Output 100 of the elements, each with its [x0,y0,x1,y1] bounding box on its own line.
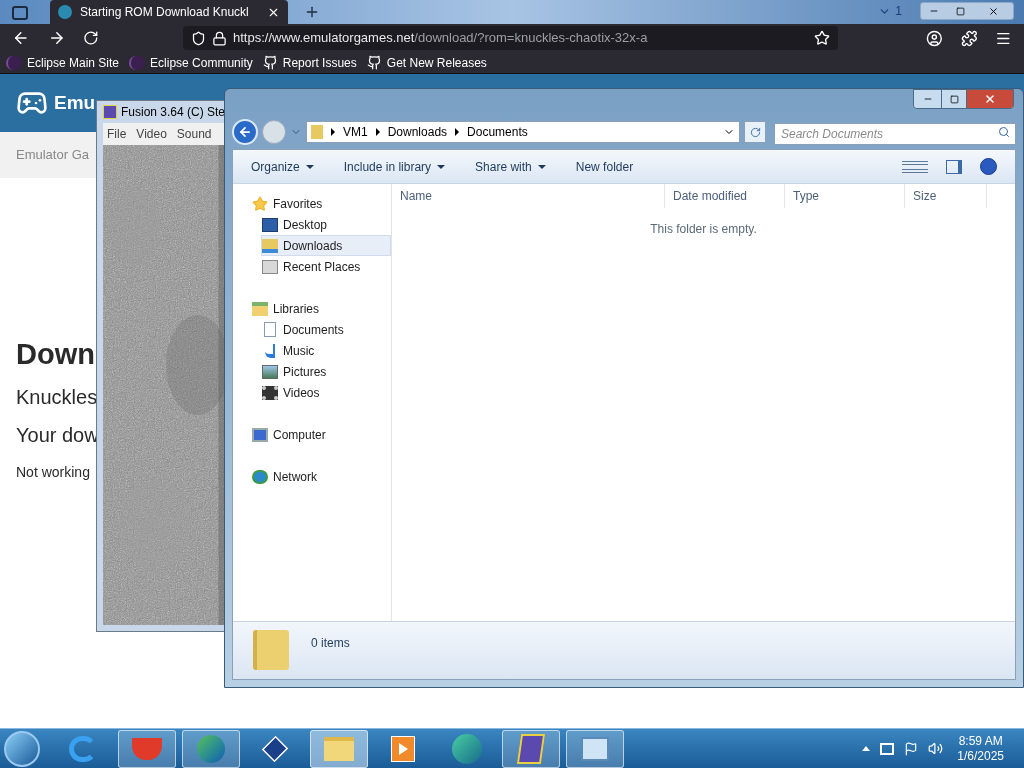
fox-icon [132,737,162,760]
control-panel-icon [581,736,609,761]
nav-item[interactable]: Pictures [261,361,391,382]
bookmark-item[interactable]: Eclipse Main Site [6,53,120,72]
reload-icon[interactable] [83,30,99,46]
document-icon [264,322,276,337]
film-icon [262,385,278,400]
menu-item[interactable]: Video [136,125,167,143]
column-header[interactable]: Type [785,184,905,208]
help-icon[interactable] [980,158,997,175]
globe-icon [197,734,225,763]
nav-item[interactable]: Favorites [251,193,391,214]
nav-item[interactable]: Downloads [261,235,391,256]
eclipse-icon [129,55,146,70]
maximize-button[interactable] [941,90,967,108]
refresh-button[interactable] [744,121,766,143]
monitor-icon [262,217,278,232]
tray-arrow-icon[interactable] [862,746,871,751]
chevron-right-icon[interactable] [455,128,460,136]
chevron-right-icon[interactable] [375,128,380,136]
column-header[interactable]: Size [905,184,987,208]
account-icon[interactable] [926,29,943,47]
toolbar-button[interactable]: New folder [575,157,634,176]
github-icon [262,55,278,70]
tab-list-icon[interactable] [12,6,28,20]
bookmark-star-icon[interactable] [814,30,830,46]
column-header[interactable]: Name [392,184,665,208]
start-button[interactable] [4,730,40,767]
nav-item[interactable]: Documents [261,319,391,340]
game-title: Knuckles [16,385,98,410]
search-icon[interactable] [998,126,1010,138]
folder-icon [253,630,289,670]
extensions-icon[interactable] [960,29,978,47]
folder-icon [311,125,323,139]
site-logo[interactable]: Emu [54,88,96,118]
maximize-icon [955,6,965,16]
menu-item[interactable]: File [107,125,127,143]
recent-places-icon [262,259,278,274]
back-button[interactable] [232,119,258,145]
caret-icon [305,164,314,169]
nav-item[interactable]: Music [261,340,391,361]
toolbar-button[interactable]: Organize [251,157,314,176]
library-icon [252,301,268,316]
star-icon [252,195,268,212]
eclipse-icon [6,55,22,70]
browser-tab[interactable]: Starting ROM Download Knuckl [50,0,288,24]
folder-icon [262,238,278,253]
lock-icon[interactable] [211,30,227,46]
nav-item[interactable]: Videos [261,382,391,403]
toolbar-button[interactable]: Include in library [343,157,446,176]
taskbar-app[interactable] [502,729,560,768]
clock[interactable]: 8:59 AM 1/6/2025 [953,733,1008,764]
menu-item[interactable]: Sound [176,125,212,143]
nav-item[interactable]: Computer [251,424,391,445]
close-icon [984,93,996,105]
page-heading: Down [16,337,95,372]
folder-icon [324,736,354,761]
network-icon [252,469,268,484]
app-k-icon [103,105,117,119]
address-bar[interactable]: VM1 Downloads Documents [306,121,740,143]
url-text: https://www.emulatorgames.net/download/?rom=knuckles-chaotix-32x-a [232,29,648,48]
nav-item[interactable]: Libraries [251,298,391,319]
column-header[interactable]: Date modified [665,184,785,208]
search-field[interactable]: Search Documents [774,123,1016,145]
chevron-right-icon[interactable] [331,128,335,136]
nav-item[interactable]: Recent Places [261,256,391,277]
play-icon [391,735,415,762]
path-segment[interactable]: Downloads [387,123,448,141]
music-note-icon [265,343,275,358]
address-bar[interactable]: https://www.emulatorgames.net/download/?rom=knuckles-chaotix-32x-a [182,26,838,50]
network-tray-icon[interactable] [880,742,895,755]
empty-folder-message: This folder is empty. [650,221,757,238]
close-icon [987,5,999,17]
bookmark-item[interactable]: Get New Releases [366,53,487,72]
help-text: Not working [16,463,90,482]
computer-icon [252,427,268,442]
caret-icon [537,164,546,169]
maximize-icon [949,94,959,104]
shield-icon[interactable] [190,30,206,46]
tab-count: 1 [895,3,902,20]
bookmark-item[interactable]: Eclipse Community [129,53,253,72]
view-options-icon[interactable] [902,160,928,173]
k-logo-icon [516,733,546,764]
nav-item[interactable]: Network [251,466,391,487]
back-arrow-icon [238,125,252,139]
window-title: Fusion 3.64 (C) Ste [121,104,226,121]
caret-icon [437,164,446,169]
github-icon [366,55,382,70]
bookmark-item[interactable]: Report Issues [262,53,357,72]
flag-icon[interactable] [904,741,919,756]
close-button[interactable] [967,90,1013,108]
back-icon[interactable] [12,29,30,47]
minimize-button[interactable] [914,90,941,108]
path-segment[interactable]: VM1 [343,123,368,141]
new-tab-icon[interactable] [304,4,320,20]
item-count: 0 items [311,635,350,652]
path-segment[interactable]: Documents [467,123,528,141]
nav-item[interactable]: Desktop [261,214,391,235]
preview-pane-icon[interactable] [946,159,962,174]
toolbar-button[interactable]: Share with [475,157,546,176]
